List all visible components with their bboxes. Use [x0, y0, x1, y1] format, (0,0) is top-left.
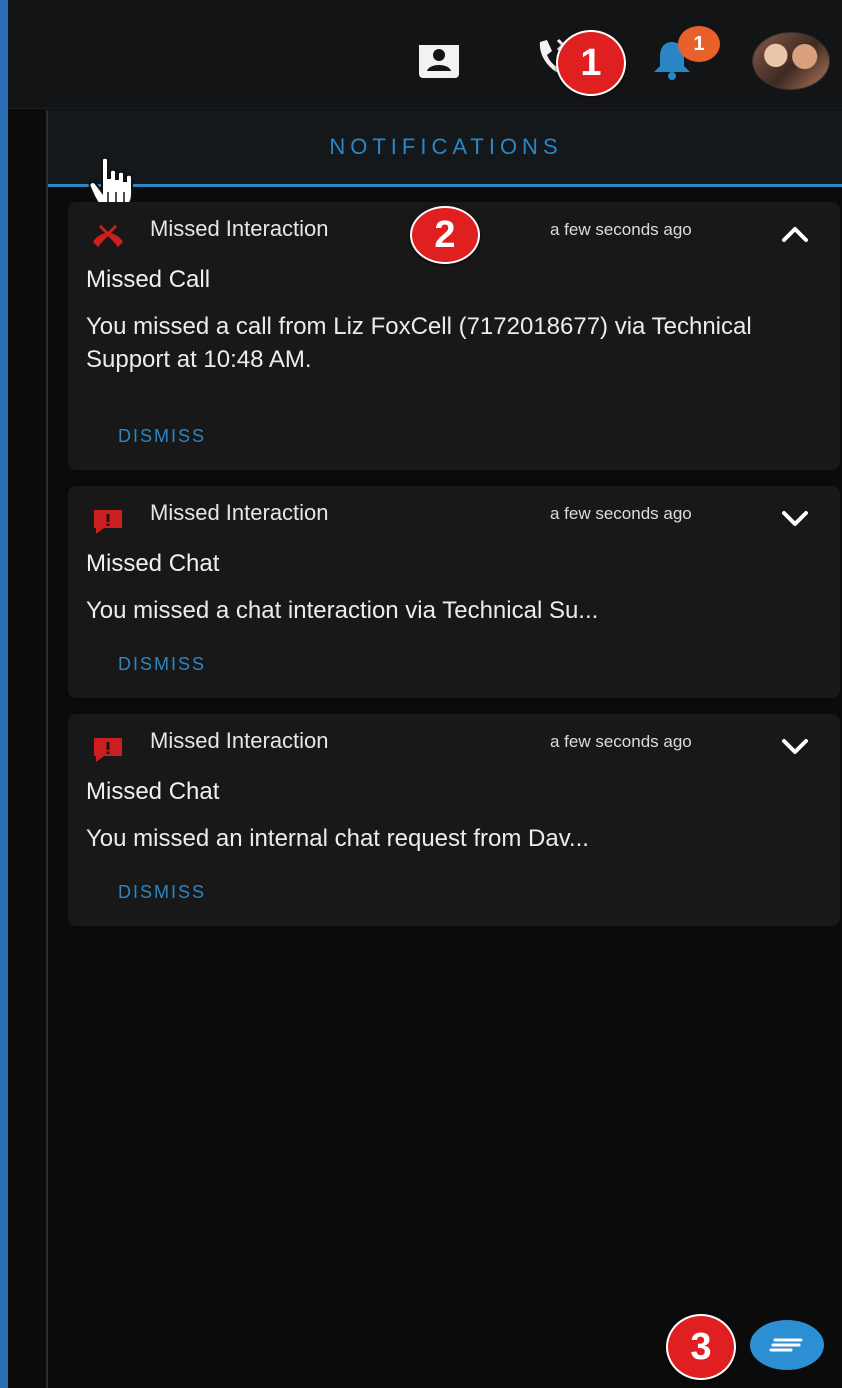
window-edge [0, 0, 8, 1388]
callout-marker-1: 1 [556, 30, 626, 96]
top-toolbar: 1 [8, 0, 842, 109]
dismiss-button[interactable]: DISMISS [118, 654, 206, 675]
message-icon [769, 1338, 803, 1352]
notification-time: a few seconds ago [550, 504, 692, 523]
missed-chat-icon [94, 738, 122, 762]
notification-type: Missed Interaction [150, 728, 329, 753]
notification-time: a few seconds ago [550, 220, 692, 239]
notification-body: You missed an internal chat request from… [86, 825, 589, 852]
missed-call-icon [93, 224, 123, 247]
panel-header: NOTIFICATIONS [48, 110, 842, 187]
callout-marker-2: 2 [410, 206, 480, 264]
dismiss-button[interactable]: DISMISS [118, 882, 206, 903]
notification-card: Missed Interaction a few seconds ago Mis… [68, 486, 840, 698]
notification-count-badge: 1 [678, 26, 720, 62]
notification-subject: Missed Chat [86, 550, 220, 577]
notification-subject: Missed Call [86, 266, 211, 293]
chevron-up-icon[interactable] [778, 218, 812, 248]
notification-time: a few seconds ago [550, 732, 692, 751]
callout-marker-3: 3 [666, 1314, 736, 1380]
user-avatar[interactable] [752, 32, 830, 90]
panel-title: NOTIFICATIONS [329, 134, 563, 159]
notification-type: Missed Interaction [150, 500, 329, 525]
notification-card: Missed Interaction a few seconds ago Mis… [68, 714, 840, 926]
notification-type: Missed Interaction [150, 216, 329, 241]
message-fab-button[interactable] [750, 1320, 824, 1370]
contacts-icon[interactable] [416, 38, 462, 80]
missed-chat-icon [94, 510, 122, 534]
dismiss-button[interactable]: DISMISS [118, 426, 206, 447]
chevron-down-icon[interactable] [778, 502, 812, 532]
chevron-down-icon[interactable] [778, 730, 812, 760]
notification-body: You missed a call from Liz FoxCell (7172… [86, 313, 752, 373]
notification-subject: Missed Chat [86, 778, 220, 805]
notification-body: You missed a chat interaction via Techni… [86, 597, 599, 624]
